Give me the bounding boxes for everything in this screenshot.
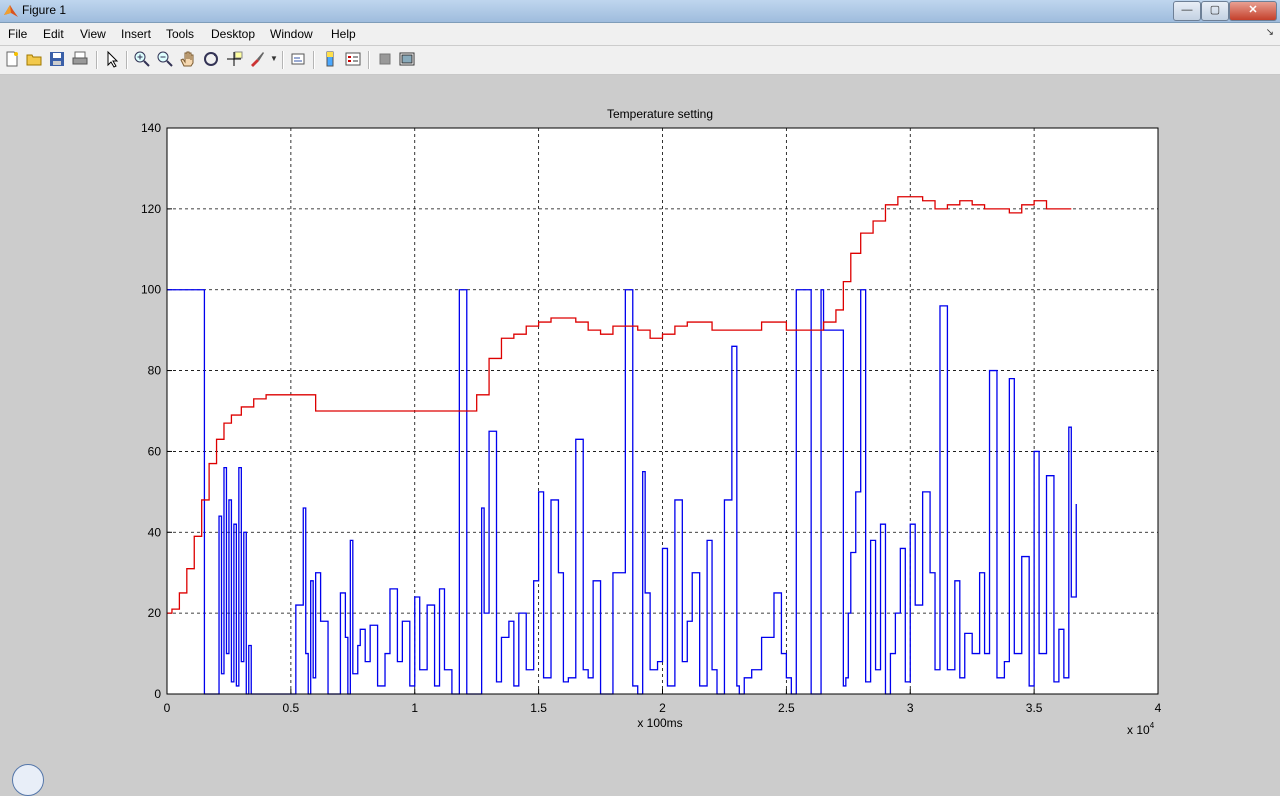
legend-icon[interactable] [344,50,362,68]
y-tick-label: 80 [148,364,162,378]
chart-title: Temperature setting [607,107,713,121]
x-axis-multiplier: x 104 [1127,721,1155,737]
x-tick-label: 2 [659,701,666,715]
x-tick-label: 3 [907,701,914,715]
matlab-logo-icon [4,5,18,17]
y-tick-label: 140 [141,121,161,135]
figure-canvas: 0 0.5 1 1.5 2 2.5 3 3.5 4020406080100120140 Temp… [141,107,1162,737]
y-tick-label: 0 [154,687,161,701]
menu-edit[interactable]: Edit [43,27,64,41]
show-plot-tools-icon[interactable] [398,50,416,68]
colorbar-icon[interactable] [321,50,339,68]
menu-tools[interactable]: Tools [166,27,194,41]
y-tick-label: 100 [141,283,161,297]
x-tick-label: 4 [1155,701,1162,715]
zoom-out-icon[interactable] [156,50,174,68]
menu-dock-arrow-icon[interactable]: ↘ [1266,27,1274,38]
x-tick-label: 3.5 [1026,701,1043,715]
status-orb-icon[interactable] [12,764,44,796]
maximize-button[interactable]: ▢ [1201,1,1229,21]
pan-hand-icon[interactable] [179,50,197,68]
toolbar-separator [126,51,128,69]
open-file-icon[interactable] [25,50,43,68]
hide-plot-tools-icon[interactable] [376,50,394,68]
menu-window[interactable]: Window [270,27,313,41]
save-icon[interactable] [48,50,66,68]
menu-file[interactable]: File [8,27,27,41]
data-cursor-icon[interactable] [225,50,243,68]
toolbar-separator [368,51,370,69]
rotate-3d-icon[interactable] [202,50,220,68]
select-arrow-icon[interactable] [103,50,121,68]
y-tick-label: 20 [148,606,162,620]
new-figure-icon[interactable] [3,50,21,68]
toolbar-separator [96,51,98,69]
x-tick-label: 1 [411,701,418,715]
window-title: Figure 1 [22,3,67,17]
brush-icon[interactable] [248,50,266,68]
y-tick-label: 120 [141,202,161,216]
x-tick-label: 2.5 [778,701,795,715]
menu-view[interactable]: View [80,27,106,41]
y-tick-label: 60 [148,444,162,458]
x-tick-label: 0.5 [283,701,300,715]
menu-help[interactable]: Help [331,27,356,41]
brush-dropdown-icon[interactable]: ▼ [270,54,278,63]
menu-desktop[interactable]: Desktop [211,27,255,41]
x-tick-label: 1.5 [530,701,547,715]
minimize-button[interactable]: — [1173,1,1201,21]
toolbar-separator [282,51,284,69]
x-axis-label: x 100ms [637,716,682,730]
print-icon[interactable] [71,50,89,68]
menu-bar: File Edit View Insert Tools Desktop Wind… [0,23,1280,45]
x-tick-label: 0 [164,701,171,715]
link-plot-icon[interactable] [290,50,308,68]
figure-toolbar: ▼ [0,46,1280,75]
menu-insert[interactable]: Insert [121,27,151,41]
close-button[interactable]: ✕ [1229,1,1277,21]
toolbar-separator [313,51,315,69]
window-titlebar: Figure 1 — ▢ ✕ [0,0,1280,23]
y-tick-label: 40 [148,525,162,539]
zoom-in-icon[interactable] [133,50,151,68]
